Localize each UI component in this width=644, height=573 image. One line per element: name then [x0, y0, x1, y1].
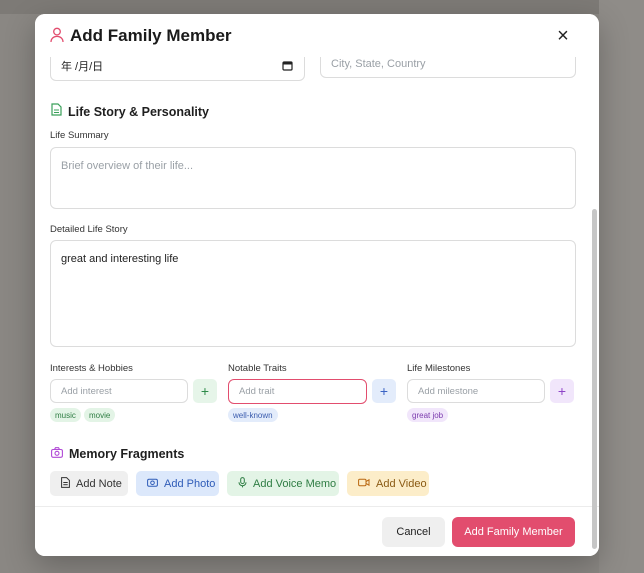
video-icon: [358, 478, 370, 490]
scrollbar[interactable]: [592, 209, 597, 549]
background-header: [0, 0, 644, 14]
note-icon: [61, 476, 70, 491]
submit-label: Add Family Member: [464, 526, 563, 538]
dialog-body: 年 /月/日 City, State, Country Life Story &…: [35, 14, 599, 506]
add-photo-label: Add Photo: [164, 477, 216, 490]
microphone-icon: [238, 476, 247, 491]
plus-icon: +: [200, 383, 210, 399]
background-page: [599, 0, 644, 573]
dialog-footer: Cancel Add Family Member: [35, 506, 599, 556]
calendar-icon[interactable]: [282, 60, 293, 71]
add-photo-button[interactable]: Add Photo: [136, 471, 219, 496]
memory-fragments-title: Memory Fragments: [69, 447, 185, 461]
life-summary-placeholder: Brief overview of their life...: [61, 160, 194, 172]
add-milestone-input[interactable]: Add milestone: [407, 379, 545, 403]
traits-label: Notable Traits: [228, 363, 287, 374]
dialog-title: Add Family Member: [70, 26, 232, 45]
add-note-label: Add Note: [76, 477, 122, 490]
add-trait-button[interactable]: +: [372, 379, 396, 403]
plus-icon: +: [379, 383, 389, 399]
add-milestone-placeholder: Add milestone: [418, 385, 479, 397]
milestone-tag: great job: [407, 408, 449, 422]
document-icon: [51, 103, 62, 121]
birthplace-placeholder: City, State, Country: [331, 58, 426, 70]
add-trait-input[interactable]: Add trait: [228, 379, 367, 404]
add-family-member-dialog: 年 /月/日 City, State, Country Life Story &…: [35, 14, 599, 556]
add-video-button[interactable]: Add Video: [347, 471, 429, 496]
add-trait-placeholder: Add trait: [239, 386, 275, 397]
add-note-button[interactable]: Add Note: [50, 471, 128, 496]
add-interest-button[interactable]: +: [193, 379, 217, 403]
add-interest-placeholder: Add interest: [61, 385, 112, 397]
interest-tag: music: [50, 408, 81, 422]
detailed-life-story-label: Detailed Life Story: [50, 224, 128, 235]
user-icon: [50, 27, 64, 43]
memory-fragments-section-header: Memory Fragments: [51, 445, 184, 463]
dialog-header: Add Family Member ×: [35, 14, 599, 57]
close-icon[interactable]: ×: [553, 26, 573, 46]
interest-tag: movie: [84, 408, 116, 422]
add-interest-input[interactable]: Add interest: [50, 379, 188, 403]
add-family-member-button[interactable]: Add Family Member: [452, 517, 575, 547]
cancel-label: Cancel: [396, 526, 431, 538]
date-value: 年 /月/日: [61, 60, 104, 73]
trait-tag: well-known: [228, 408, 278, 422]
detailed-life-story-textarea[interactable]: great and interesting life: [50, 240, 576, 347]
life-summary-label: Life Summary: [50, 130, 109, 141]
interests-label: Interests & Hobbies: [50, 363, 133, 374]
camera-icon: [147, 477, 158, 490]
detailed-life-story-value: great and interesting life: [61, 253, 179, 265]
add-milestone-button[interactable]: +: [550, 379, 574, 403]
add-video-label: Add Video: [376, 477, 427, 490]
life-summary-textarea[interactable]: Brief overview of their life...: [50, 147, 576, 209]
life-story-title: Life Story & Personality: [68, 105, 210, 119]
camera-icon: [51, 445, 63, 463]
milestones-label: Life Milestones: [407, 363, 471, 374]
plus-icon: +: [557, 383, 567, 399]
life-story-section-header: Life Story & Personality: [51, 103, 209, 121]
add-voice-memo-label: Add Voice Memo: [253, 477, 337, 490]
cancel-button[interactable]: Cancel: [382, 517, 445, 547]
add-voice-memo-button[interactable]: Add Voice Memo: [227, 471, 339, 496]
